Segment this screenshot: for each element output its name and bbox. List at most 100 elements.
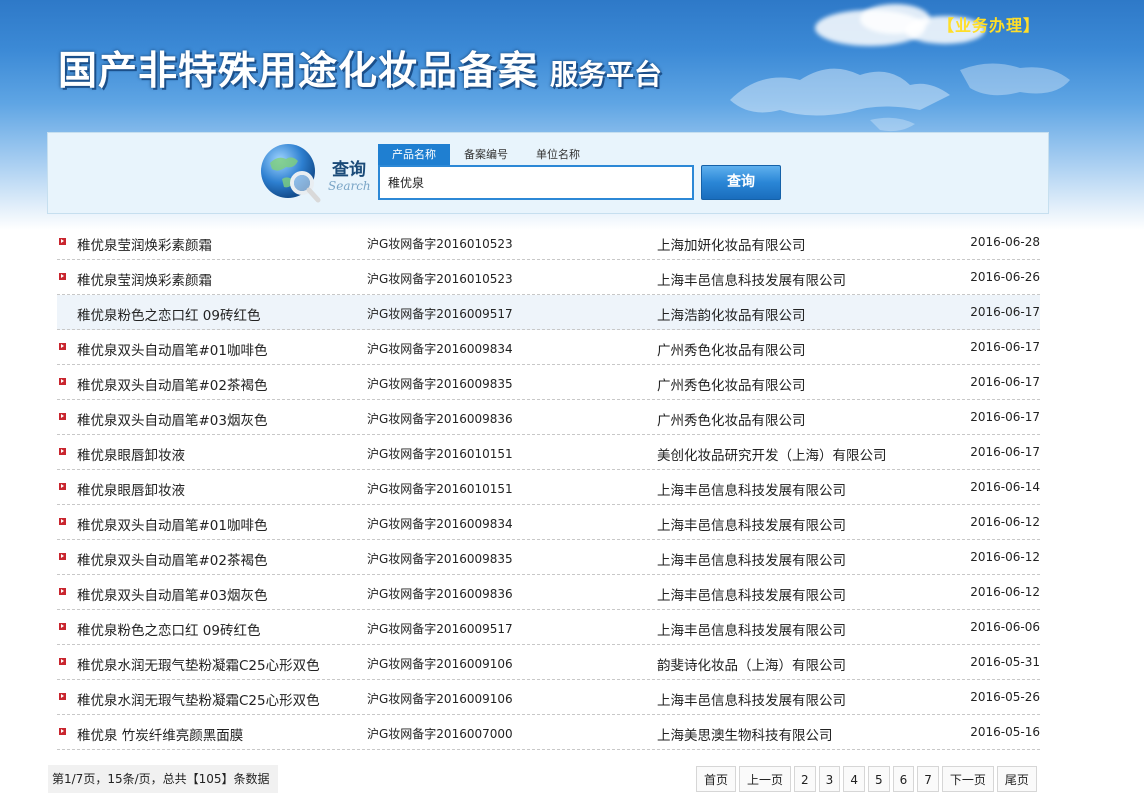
record-number: 沪G妆网备字2016010151: [367, 482, 513, 496]
record-date: 2016-06-28: [970, 235, 1040, 249]
product-name-link[interactable]: 稚优泉眼唇卸妆液: [77, 479, 185, 499]
product-name-link[interactable]: 稚优泉双头自动眉笔#01咖啡色: [77, 514, 268, 534]
bullet-icon: [59, 343, 66, 350]
page-link-5[interactable]: 5: [867, 766, 890, 792]
record-date: 2016-06-17: [970, 445, 1040, 459]
bullet-icon: [59, 693, 66, 700]
record-date: 2016-05-26: [970, 690, 1040, 704]
record-number: 沪G妆网备字2016009834: [367, 342, 513, 356]
table-row: 稚优泉莹润焕彩素颜霜 沪G妆网备字2016010523 上海丰邑信息科技发展有限公司…: [57, 260, 1040, 295]
first-page-button[interactable]: 首页: [696, 766, 737, 792]
product-name-link[interactable]: 稚优泉莹润焕彩素颜霜: [77, 269, 212, 289]
record-date: 2016-06-06: [970, 620, 1040, 634]
table-row: 稚优泉水润无瑕气垫粉凝霜C25心形双色 沪G妆网备字2016009106 上海丰邑信…: [57, 680, 1040, 715]
table-row: 稚优泉莹润焕彩素颜霜 沪G妆网备字2016010523 上海加妍化妆品有限公司 201…: [57, 225, 1040, 260]
company-name: 上海丰邑信息科技发展有限公司: [657, 518, 846, 534]
company-name: 上海美思澳生物科技有限公司: [657, 728, 833, 744]
record-number: 沪G妆网备字2016010151: [367, 447, 513, 461]
page-title-main: 国产非特殊用途化妆品备案: [58, 48, 539, 94]
bullet-icon: [59, 273, 66, 280]
page-link-7[interactable]: 7: [917, 766, 939, 792]
record-number: 沪G妆网备字2016009517: [367, 622, 513, 636]
tab-record-number[interactable]: 备案编号: [450, 144, 522, 165]
bullet-icon: [59, 588, 66, 595]
product-name-link[interactable]: 稚优泉眼唇卸妆液: [77, 444, 185, 464]
record-date: 2016-06-17: [970, 340, 1040, 354]
table-row: 稚优泉双头自动眉笔#01咖啡色 沪G妆网备字2016009834 广州秀色化妆品有限…: [57, 330, 1040, 365]
product-name-link[interactable]: 稚优泉粉色之恋口红 09砖红色: [77, 304, 260, 324]
bullet-icon: [59, 413, 66, 420]
pagination: 首页 上一页 2 3 4 5 6 7 下一页 尾页: [696, 766, 1037, 792]
product-name-link[interactable]: 稚优泉 竹炭纤维亮颜黑面膜: [77, 724, 243, 744]
product-name-link[interactable]: 稚优泉莹润焕彩素颜霜: [77, 234, 212, 254]
table-row: 稚优泉双头自动眉笔#02茶褐色 沪G妆网备字2016009835 上海丰邑信息科技发…: [57, 540, 1040, 575]
company-name: 广州秀色化妆品有限公司: [657, 413, 806, 429]
last-page-button[interactable]: 尾页: [996, 766, 1037, 792]
page-title: 国产非特殊用途化妆品备案 服务平台: [58, 40, 662, 96]
prev-page-button[interactable]: 上一页: [739, 766, 792, 792]
product-name-link[interactable]: 稚优泉双头自动眉笔#02茶褐色: [77, 374, 268, 394]
record-date: 2016-06-17: [970, 305, 1040, 319]
pagination-info: 第1/7页，15条/页，总共【105】条数据: [48, 765, 278, 793]
record-number: 沪G妆网备字2016009836: [367, 587, 513, 601]
record-date: 2016-06-17: [970, 375, 1040, 389]
record-date: 2016-05-31: [970, 655, 1040, 669]
table-row: 稚优泉双头自动眉笔#02茶褐色 沪G妆网备字2016009835 广州秀色化妆品有限…: [57, 365, 1040, 400]
company-name: 上海丰邑信息科技发展有限公司: [657, 693, 846, 709]
tab-company-name[interactable]: 单位名称: [522, 144, 594, 165]
product-name-link[interactable]: 稚优泉双头自动眉笔#03烟灰色: [77, 409, 268, 429]
table-row: 稚优泉双头自动眉笔#03烟灰色 沪G妆网备字2016009836 广州秀色化妆品有限…: [57, 400, 1040, 435]
search-tabs: 产品名称 备案编号 单位名称: [378, 144, 594, 165]
record-number: 沪G妆网备字2016009836: [367, 412, 513, 426]
product-name-link[interactable]: 稚优泉水润无瑕气垫粉凝霜C25心形双色: [77, 689, 320, 709]
page-link-2[interactable]: 2: [794, 766, 816, 792]
company-name: 韵斐诗化妆品（上海）有限公司: [657, 658, 846, 674]
table-row: 稚优泉水润无瑕气垫粉凝霜C25心形双色 沪G妆网备字2016009106 韵斐诗化妆…: [57, 645, 1040, 680]
record-number: 沪G妆网备字2016009517: [367, 307, 513, 321]
product-name-link[interactable]: 稚优泉粉色之恋口红 09砖红色: [77, 619, 260, 639]
page-link-4[interactable]: 4: [843, 766, 865, 792]
record-date: 2016-06-26: [970, 270, 1040, 284]
product-name-link[interactable]: 稚优泉水润无瑕气垫粉凝霜C25心形双色: [77, 654, 320, 674]
bullet-icon: [59, 238, 66, 245]
record-number: 沪G妆网备字2016009106: [367, 657, 513, 671]
company-name: 上海浩韵化妆品有限公司: [657, 308, 806, 324]
bullet-icon: [59, 553, 66, 560]
record-number: 沪G妆网备字2016009834: [367, 517, 513, 531]
business-handling-link[interactable]: 【业务办理】: [938, 12, 1040, 36]
table-row: 稚优泉眼唇卸妆液 沪G妆网备字2016010151 美创化妆品研究开发（上海）有限公…: [57, 435, 1040, 470]
next-page-button[interactable]: 下一页: [941, 766, 994, 792]
search-panel: 查询 Search 产品名称 备案编号 单位名称 查询: [47, 132, 1049, 214]
page-link-3[interactable]: 3: [818, 766, 841, 792]
bullet-icon: [59, 658, 66, 665]
record-number: 沪G妆网备字2016009835: [367, 377, 513, 391]
bullet-icon: [59, 483, 66, 490]
company-name: 上海丰邑信息科技发展有限公司: [657, 553, 846, 569]
search-button[interactable]: 查询: [701, 165, 781, 200]
record-number: 沪G妆网备字2016010523: [367, 237, 513, 251]
product-name-link[interactable]: 稚优泉双头自动眉笔#01咖啡色: [77, 339, 268, 359]
world-map-decoration: [730, 63, 1070, 132]
table-row: 稚优泉眼唇卸妆液 沪G妆网备字2016010151 上海丰邑信息科技发展有限公司 20…: [57, 470, 1040, 505]
product-name-link[interactable]: 稚优泉双头自动眉笔#03烟灰色: [77, 584, 268, 604]
table-row: 稚优泉 竹炭纤维亮颜黑面膜 沪G妆网备字2016007000 上海美思澳生物科技有限…: [57, 715, 1040, 750]
table-row: 稚优泉粉色之恋口红 09砖红色 沪G妆网备字2016009517 上海丰邑信息科技发…: [57, 610, 1040, 645]
record-date: 2016-06-12: [970, 585, 1040, 599]
record-number: 沪G妆网备字2016009106: [367, 692, 513, 706]
page-link-6[interactable]: 6: [892, 766, 915, 792]
tab-product-name[interactable]: 产品名称: [378, 144, 450, 165]
company-name: 上海丰邑信息科技发展有限公司: [657, 588, 846, 604]
record-number: 沪G妆网备字2016009835: [367, 552, 513, 566]
search-label: 查询: [332, 160, 366, 180]
bullet-icon: [59, 623, 66, 630]
bullet-icon: [59, 518, 66, 525]
search-input[interactable]: [378, 165, 694, 200]
record-number: 沪G妆网备字2016010523: [367, 272, 513, 286]
bullet-icon: [59, 728, 66, 735]
company-name: 上海加妍化妆品有限公司: [657, 238, 806, 254]
record-date: 2016-06-14: [970, 480, 1040, 494]
record-number: 沪G妆网备字2016007000: [367, 727, 513, 741]
product-name-link[interactable]: 稚优泉双头自动眉笔#02茶褐色: [77, 549, 268, 569]
company-name: 上海丰邑信息科技发展有限公司: [657, 623, 846, 639]
table-row: 稚优泉粉色之恋口红 09砖红色 沪G妆网备字2016009517 上海浩韵化妆品有限…: [57, 295, 1040, 330]
